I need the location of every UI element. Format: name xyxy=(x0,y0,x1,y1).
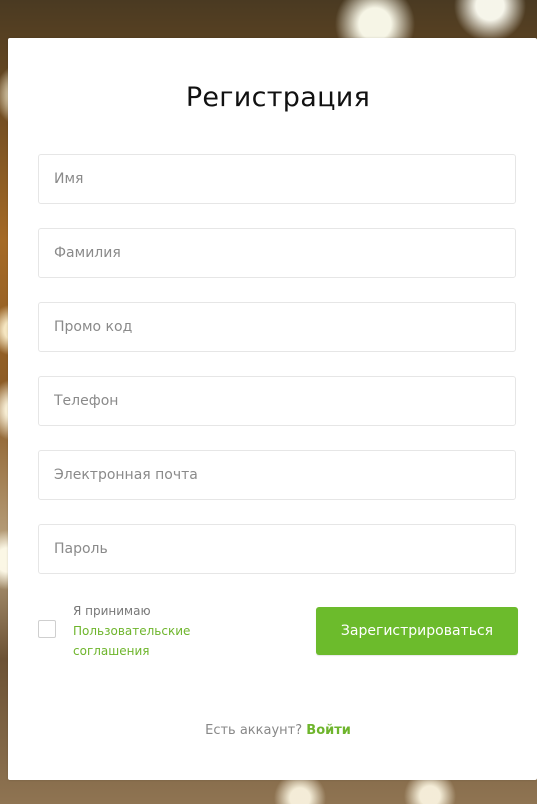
agreement-text: Я принимаю Пользовательские соглашения xyxy=(73,601,223,661)
register-button[interactable]: Зарегистрироваться xyxy=(316,607,518,655)
account-prompt: Есть аккаунт? Войти xyxy=(8,723,537,738)
page-title: Регистрация xyxy=(185,82,371,113)
user-agreement-link[interactable]: Пользовательские соглашения xyxy=(73,624,190,658)
password-input[interactable] xyxy=(38,524,516,574)
first-name-input[interactable] xyxy=(38,154,516,204)
promo-code-input[interactable] xyxy=(38,302,516,352)
email-input[interactable] xyxy=(38,450,516,500)
last-name-input[interactable] xyxy=(38,228,516,278)
agreement-prefix: Я принимаю xyxy=(73,604,151,618)
login-link[interactable]: Войти xyxy=(306,723,351,738)
agreement-checkbox[interactable] xyxy=(38,620,56,638)
phone-input[interactable] xyxy=(38,376,516,426)
account-prompt-text: Есть аккаунт? xyxy=(205,723,303,738)
registration-card: Регистрация Я принимаю Пользовательские … xyxy=(8,38,537,780)
